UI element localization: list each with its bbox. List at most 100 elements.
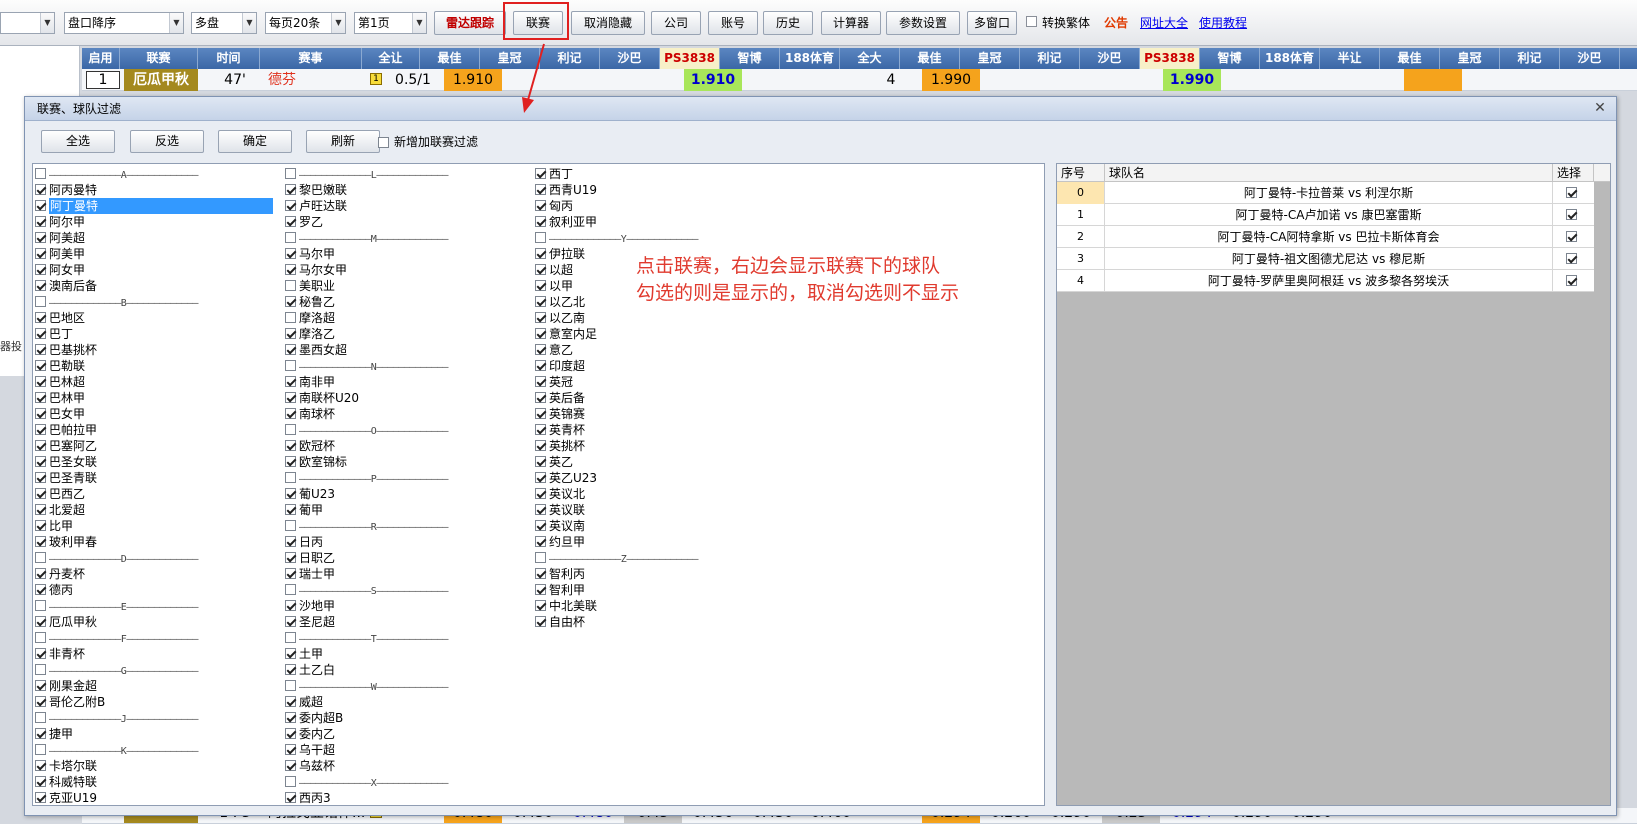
grid-header-cell[interactable]: 智博 (720, 48, 780, 69)
league-item[interactable]: 英乙 (535, 454, 698, 470)
league-item[interactable]: 委内超B (285, 710, 448, 726)
league-name[interactable]: 美职业 (299, 279, 335, 293)
league-item[interactable]: 科威特联 (35, 774, 273, 790)
league-checkbox[interactable] (35, 680, 46, 691)
league-checkbox[interactable] (35, 392, 46, 403)
grid-header-cell[interactable]: 188体育 (780, 48, 840, 69)
row-team[interactable]: 德芬 (268, 69, 328, 91)
league-checkbox[interactable] (285, 280, 296, 291)
league-item[interactable]: 英锦赛 (535, 406, 698, 422)
league-name[interactable]: 阿丙曼特 (49, 183, 97, 197)
league-name[interactable]: 意室内足 (549, 327, 597, 341)
grid-header-cell[interactable]: 利记 (1020, 48, 1080, 69)
close-icon[interactable]: ✕ (1592, 100, 1608, 116)
league-item[interactable]: 西丁 (535, 166, 698, 182)
league-item[interactable]: 卢旺达联 (285, 198, 448, 214)
league-checkbox[interactable] (535, 536, 546, 547)
league-name[interactable]: 德丙 (49, 583, 73, 597)
group-checkbox[interactable] (35, 552, 46, 563)
league-checkbox[interactable] (285, 792, 296, 803)
league-name[interactable]: 中北美联 (549, 599, 597, 613)
league-checkbox[interactable] (35, 280, 46, 291)
table-row[interactable]: 1 厄瓜甲秋 47' 德芬 1 0.5/1 1.910 1.910 4 1.99… (82, 69, 1637, 91)
group-checkbox[interactable] (35, 600, 46, 611)
team-row-name[interactable]: 阿丁曼特-卡拉普莱 vs 利涅尔斯 (1105, 182, 1553, 204)
grid-header-cell[interactable]: 时间 (198, 48, 260, 69)
league-checkbox[interactable] (535, 408, 546, 419)
league-checkbox[interactable] (285, 392, 296, 403)
league-checkbox[interactable] (35, 264, 46, 275)
league-item[interactable]: 马尔女甲 (285, 262, 448, 278)
group-checkbox[interactable] (35, 632, 46, 643)
league-item[interactable]: 阿女甲 (35, 262, 273, 278)
grid-header-cell[interactable]: 赛事 (260, 48, 362, 69)
notice-link[interactable]: 公告 (1104, 14, 1128, 31)
league-name[interactable]: 英冠 (549, 375, 573, 389)
group-checkbox[interactable] (285, 632, 296, 643)
team-checkbox[interactable] (1566, 209, 1577, 220)
league-item[interactable]: 巴帕拉甲 (35, 422, 273, 438)
league-name[interactable]: 巴西乙 (49, 487, 85, 501)
group-checkbox[interactable] (285, 168, 296, 179)
league-checkbox[interactable] (35, 312, 46, 323)
grid-header-cell[interactable]: 最佳 (420, 48, 480, 69)
league-name[interactable]: 叙利亚甲 (549, 215, 597, 229)
row-ps-odds[interactable]: 1.910 (684, 69, 742, 91)
league-item[interactable]: 南球杯 (285, 406, 448, 422)
league-item[interactable]: 约旦甲 (535, 534, 698, 550)
league-item[interactable]: 巴地区 (35, 310, 273, 326)
grid-header-cell[interactable]: PS3838 (1140, 48, 1200, 69)
league-name[interactable]: 英后备 (549, 391, 585, 405)
league-name[interactable]: 玻利甲春 (49, 535, 97, 549)
sort-select[interactable]: 盘口降序 ▼ (64, 12, 184, 34)
traditional-checkbox[interactable] (1026, 16, 1037, 27)
league-checkbox[interactable] (35, 760, 46, 771)
league-item[interactable]: 欧冠杯 (285, 438, 448, 454)
team-row[interactable]: 4 阿丁曼特-罗萨里奥阿根廷 vs 波多黎各努埃沃 (1057, 270, 1594, 292)
invert-selection-button[interactable]: 反选 (130, 130, 204, 153)
calculator-button[interactable]: 计算器 (821, 11, 881, 35)
group-checkbox[interactable] (285, 232, 296, 243)
league-name[interactable]: 英议南 (549, 519, 585, 533)
league-name[interactable]: 圣尼超 (299, 615, 335, 629)
league-name[interactable]: 阿美甲 (49, 247, 85, 261)
league-name[interactable]: 巴帕拉甲 (49, 423, 97, 437)
league-name[interactable]: 阿尔甲 (49, 215, 85, 229)
row-best-odds[interactable]: 1.910 (444, 69, 502, 91)
group-checkbox[interactable] (35, 664, 46, 675)
league-checkbox[interactable] (35, 472, 46, 483)
league-name[interactable]: 英挑杯 (549, 439, 585, 453)
league-name[interactable]: 沙地甲 (299, 599, 335, 613)
league-item[interactable]: 匈丙 (535, 198, 698, 214)
league-checkbox[interactable] (285, 616, 296, 627)
grid-header-cell[interactable]: 最佳 (900, 48, 960, 69)
league-item[interactable]: 巴圣女联 (35, 454, 273, 470)
league-name[interactable]: 巴丁 (49, 327, 73, 341)
league-item[interactable]: 巴丁 (35, 326, 273, 342)
team-checkbox[interactable] (1566, 253, 1577, 264)
league-checkbox[interactable] (35, 520, 46, 531)
league-checkbox[interactable] (35, 440, 46, 451)
multi-window-button[interactable]: 多窗口 (967, 11, 1017, 35)
league-name[interactable]: 巴林甲 (49, 391, 85, 405)
account-button[interactable]: 账号 (708, 11, 758, 35)
league-checkbox[interactable] (285, 600, 296, 611)
league-item[interactable]: 英冠 (535, 374, 698, 390)
league-item[interactable]: 威超 (285, 694, 448, 710)
tutorial-link[interactable]: 使用教程 (1199, 14, 1247, 31)
league-checkbox[interactable] (535, 360, 546, 371)
team-row-name[interactable]: 阿丁曼特-CA阿特拿斯 vs 巴拉卡斯体育会 (1105, 226, 1553, 248)
league-item[interactable]: 英后备 (535, 390, 698, 406)
league-item[interactable]: 卡塔尔联 (35, 758, 273, 774)
league-item[interactable]: 英青杯 (535, 422, 698, 438)
league-item[interactable]: 阿美超 (35, 230, 273, 246)
grid-header-cell[interactable]: 沙巴 (1560, 48, 1620, 69)
league-checkbox[interactable] (285, 328, 296, 339)
league-name[interactable]: 比甲 (49, 519, 73, 533)
league-item[interactable]: 比甲 (35, 518, 273, 534)
league-name[interactable]: 瑞士甲 (299, 567, 335, 581)
league-item[interactable]: 非青杯 (35, 646, 273, 662)
league-name[interactable]: 葡甲 (299, 503, 323, 517)
league-checkbox[interactable] (285, 184, 296, 195)
league-name[interactable]: 丹麦杯 (49, 567, 85, 581)
